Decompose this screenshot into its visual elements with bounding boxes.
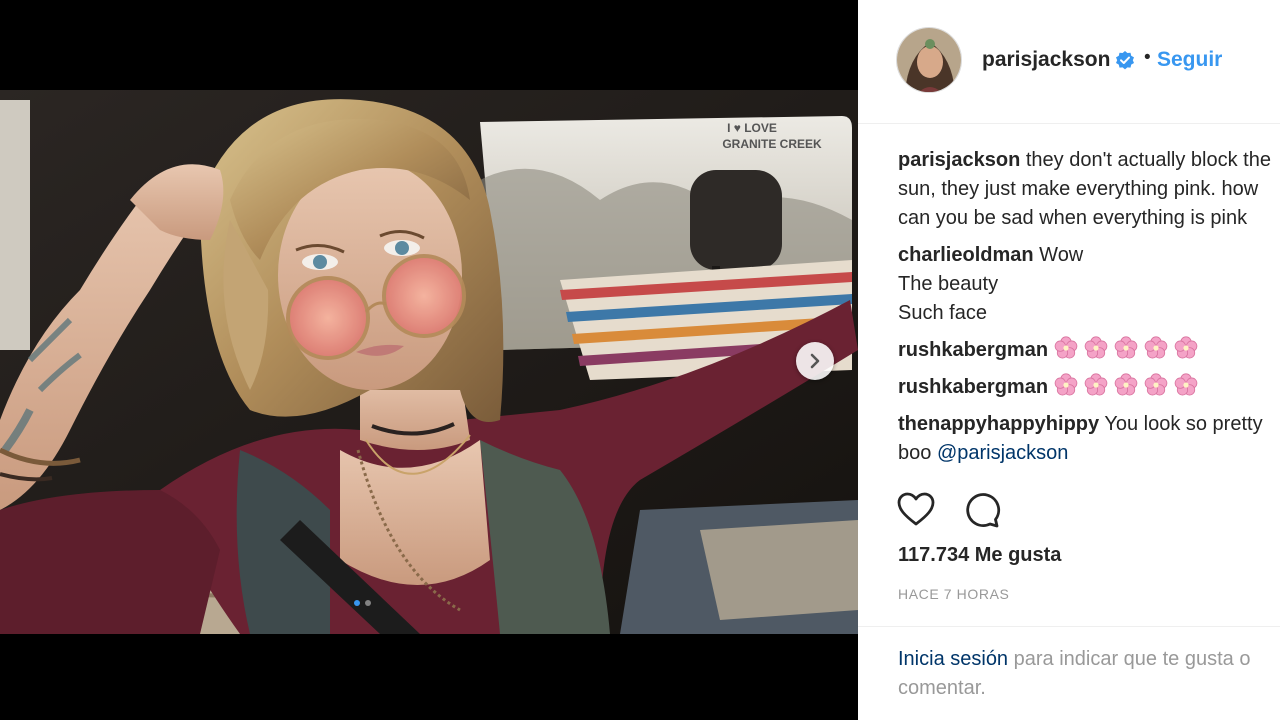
sticker-text-2: GRANITE CREEK [722,137,822,151]
post-side-panel: parisjackson • Seguir parisjackson they … [858,0,1280,720]
cherry-blossom-icon [1144,336,1167,359]
chevron-right-icon [810,353,820,369]
comment-username[interactable]: charlieoldman [898,244,1034,266]
comment: thenappyhappyhippy You look so pretty bo… [898,410,1280,468]
login-link[interactable]: Inicia sesión [898,648,1008,670]
comment-username[interactable]: thenappyhappyhippy [898,413,1099,435]
sticker-text-1: I ♥ LOVE [727,121,777,135]
cherry-blossom-icon [1144,373,1167,396]
comment: charlieoldman Wow The beauty Such face [898,241,1280,328]
verified-badge-icon [1115,50,1135,70]
comment-text: sun, they just make everything pink. how [898,178,1259,200]
cherry-blossom-icon [1084,336,1107,359]
comment-text: The beauty [898,273,999,295]
login-prompt-rest: para indicar que te gusta o [1008,648,1251,670]
comment-username[interactable]: parisjackson [898,149,1020,171]
comment-text: they don't actually block the [1025,149,1271,171]
follow-button[interactable]: Seguir [1157,48,1222,72]
like-count[interactable]: 117.734 Me gusta [898,544,1061,567]
carousel-dot [365,600,371,606]
post-timestamp: HACE 7 HORAS [898,586,1010,602]
cherry-blossom-icon [1114,336,1137,359]
post-photo[interactable]: I ♥ LOVE GRANITE CREEK [0,90,858,634]
header-separator: • [1144,47,1151,68]
cherry-blossom-icon [1114,373,1137,396]
comment-text: Wow [1039,244,1084,266]
comment-emoji-row [1054,373,1204,398]
comment-emoji-row [1054,336,1204,361]
carousel-dot-active [354,600,360,606]
comment-caption: parisjackson they don't actually block t… [898,146,1280,233]
cherry-blossom-icon [1174,336,1197,359]
comment-text: boo [898,442,932,464]
comment-text-line: boo @parisjackson [898,439,1280,468]
heart-outline-icon [897,492,935,526]
photo-illustration: I ♥ LOVE GRANITE CREEK [0,90,858,634]
comment-username[interactable]: rushkabergman [898,376,1048,398]
comment-username[interactable]: rushkabergman [898,339,1048,361]
comment: rushkabergman [898,373,1280,402]
login-prompt: Inicia sesión para indicar que te gusta … [858,626,1280,720]
post-header: parisjackson • Seguir [858,0,1280,124]
post-author-username[interactable]: parisjackson [982,48,1110,72]
like-button[interactable] [896,490,936,530]
avatar-image [897,28,961,92]
cherry-blossom-icon [1054,336,1077,359]
mention-link[interactable]: @parisjackson [937,442,1068,464]
login-prompt-rest-2: comentar. [898,677,986,699]
comments-list: parisjackson they don't actually block t… [898,146,1280,476]
carousel-dots [354,600,371,606]
cherry-blossom-icon [1084,373,1107,396]
post-actions [896,490,1002,530]
comment-bubble-icon [966,493,1001,528]
instagram-post-view: I ♥ LOVE GRANITE CREEK parisjackson • Se… [0,0,1280,720]
login-prompt-text: Inicia sesión para indicar que te gusta … [898,645,1280,703]
comment: rushkabergman [898,336,1280,365]
comment-text: Such face [898,302,987,324]
comment-text: You look so pretty [1104,413,1263,435]
next-photo-button[interactable] [796,342,834,380]
cherry-blossom-icon [1174,373,1197,396]
cherry-blossom-icon [1054,373,1077,396]
comment-button[interactable] [962,490,1002,530]
comment-text: can you be sad when everything is pink [898,207,1248,229]
avatar[interactable] [896,27,962,93]
media-area: I ♥ LOVE GRANITE CREEK [0,0,858,720]
